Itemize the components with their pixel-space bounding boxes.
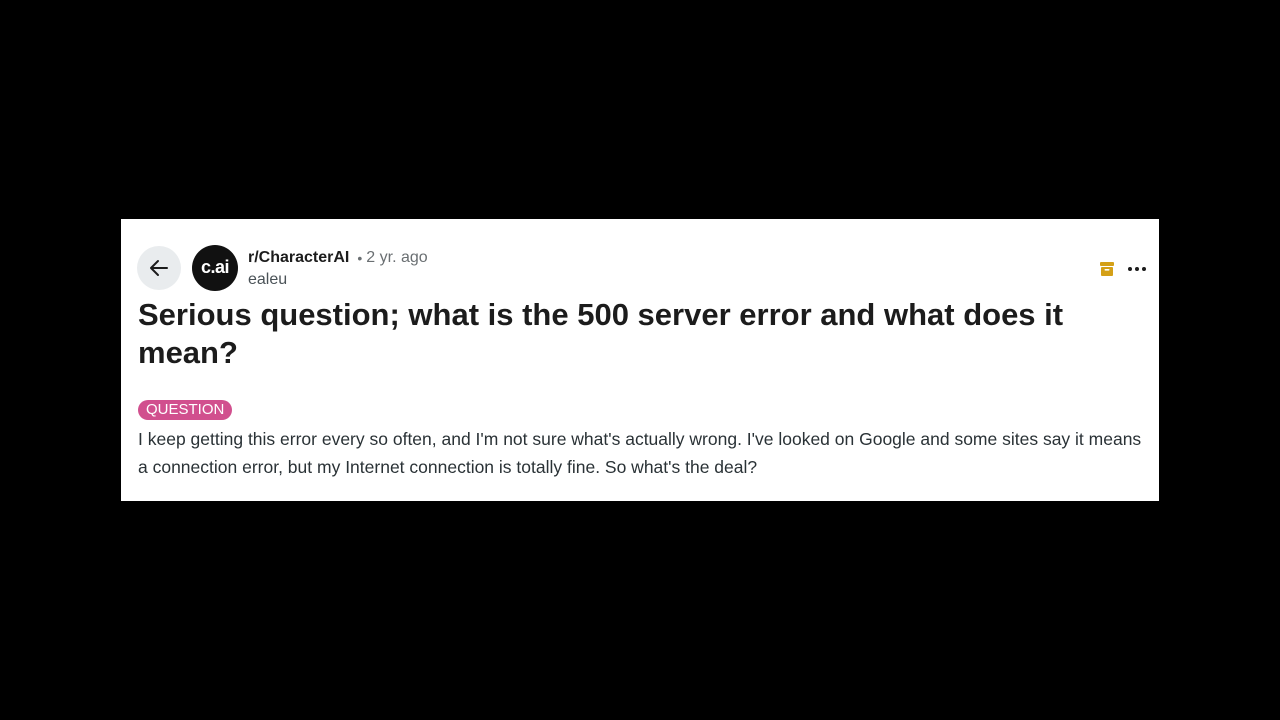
archive-button[interactable] xyxy=(1097,259,1117,279)
post-timestamp: 2 yr. ago xyxy=(366,249,428,266)
post-meta: r/CharacterAI • 2 yr. ago ealeu xyxy=(248,247,428,291)
post-actions xyxy=(1097,259,1147,279)
author-link[interactable]: ealeu xyxy=(248,269,428,291)
back-button[interactable] xyxy=(137,246,181,290)
subreddit-link[interactable]: r/CharacterAI xyxy=(248,247,349,269)
post-body: I keep getting this error every so often… xyxy=(138,429,1142,477)
avatar-logo-text: c.ai xyxy=(200,256,230,277)
more-options-icon xyxy=(1128,267,1146,271)
arrow-left-icon xyxy=(150,260,168,276)
more-options-button[interactable] xyxy=(1127,259,1147,279)
meta-separator: • xyxy=(357,250,363,266)
post-title[interactable]: Serious question; what is the 500 server… xyxy=(138,296,1128,372)
post-card: c.ai r/CharacterAI • 2 yr. ago ealeu Ser… xyxy=(121,219,1159,501)
post-flair[interactable]: QUESTION xyxy=(138,400,233,420)
subreddit-avatar[interactable]: c.ai xyxy=(192,245,238,291)
archive-icon xyxy=(1100,262,1114,276)
